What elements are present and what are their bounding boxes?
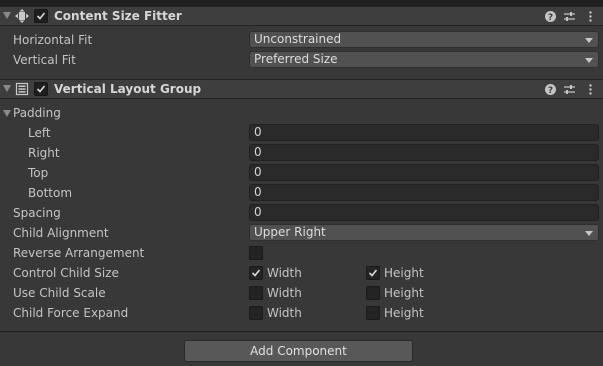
child-alignment-label: Child Alignment <box>13 226 109 240</box>
padding-bottom-label: Bottom <box>28 186 73 200</box>
horizontal-fit-dropdown[interactable]: Unconstrained <box>249 31 599 48</box>
control-child-size-height-label: Height <box>384 266 424 280</box>
reverse-arrangement-label: Reverse Arrangement <box>13 246 145 260</box>
vertical-fit-value: Preferred Size <box>254 52 338 66</box>
chevron-down-icon <box>585 58 593 63</box>
use-child-scale-width-checkbox[interactable] <box>249 286 263 300</box>
chevron-down-icon <box>585 38 593 43</box>
spacing-input[interactable]: 0 <box>249 204 599 221</box>
add-component-button[interactable]: Add Component <box>184 340 413 362</box>
padding-left-label: Left <box>28 126 51 140</box>
content-size-fitter-header[interactable]: Content Size Fitter ? <box>0 6 603 26</box>
control-child-size-width-checkbox[interactable] <box>249 266 263 280</box>
svg-text:?: ? <box>548 13 553 23</box>
vertical-layout-icon <box>15 82 29 96</box>
vertical-fit-label: Vertical Fit <box>13 53 76 67</box>
padding-foldout-arrow-icon[interactable] <box>3 110 11 117</box>
child-alignment-value: Upper Right <box>254 225 326 239</box>
padding-left-input[interactable]: 0 <box>249 124 599 141</box>
svg-text:?: ? <box>548 86 553 96</box>
control-child-size-label: Control Child Size <box>13 266 119 280</box>
horizontal-fit-value: Unconstrained <box>254 32 342 46</box>
child-force-expand-height-label: Height <box>384 306 424 320</box>
content-size-fitter-icon <box>15 9 29 23</box>
child-force-expand-label: Child Force Expand <box>13 306 129 320</box>
fold-arrow-icon[interactable] <box>3 12 11 19</box>
more-vertical-icon[interactable] <box>584 83 597 96</box>
reverse-arrangement-checkbox[interactable] <box>249 246 263 260</box>
child-force-expand-height-checkbox[interactable] <box>366 306 380 320</box>
spacing-label: Spacing <box>13 206 61 220</box>
content-size-fitter-title: Content Size Fitter <box>54 9 182 23</box>
help-icon[interactable]: ? <box>544 83 557 96</box>
help-icon[interactable]: ? <box>544 10 557 23</box>
padding-bottom-input[interactable]: 0 <box>249 184 599 201</box>
control-child-size-width-label: Width <box>267 266 302 280</box>
divider <box>0 331 603 332</box>
padding-right-input[interactable]: 0 <box>249 144 599 161</box>
child-force-expand-width-checkbox[interactable] <box>249 306 263 320</box>
more-vertical-icon[interactable] <box>584 10 597 23</box>
use-child-scale-height-checkbox[interactable] <box>366 286 380 300</box>
child-force-expand-width-label: Width <box>267 306 302 320</box>
padding-label[interactable]: Padding <box>13 106 61 120</box>
use-child-scale-width-label: Width <box>267 286 302 300</box>
use-child-scale-label: Use Child Scale <box>13 286 106 300</box>
padding-top-label: Top <box>28 166 49 180</box>
control-child-size-height-checkbox[interactable] <box>366 266 380 280</box>
vertical-layout-group-title: Vertical Layout Group <box>54 82 202 96</box>
chevron-down-icon <box>585 231 593 236</box>
use-child-scale-height-label: Height <box>384 286 424 300</box>
presets-icon[interactable] <box>563 83 576 96</box>
padding-top-input[interactable]: 0 <box>249 164 599 181</box>
presets-icon[interactable] <box>563 10 576 23</box>
vertical-fit-dropdown[interactable]: Preferred Size <box>249 51 599 68</box>
vertical-layout-group-enabled-checkbox[interactable] <box>34 82 48 96</box>
horizontal-fit-label: Horizontal Fit <box>13 33 93 47</box>
content-size-fitter-enabled-checkbox[interactable] <box>34 9 48 23</box>
padding-right-label: Right <box>28 146 60 160</box>
child-alignment-dropdown[interactable]: Upper Right <box>249 224 599 241</box>
vertical-layout-group-header[interactable]: Vertical Layout Group ? <box>0 79 603 99</box>
fold-arrow-icon[interactable] <box>3 85 11 92</box>
